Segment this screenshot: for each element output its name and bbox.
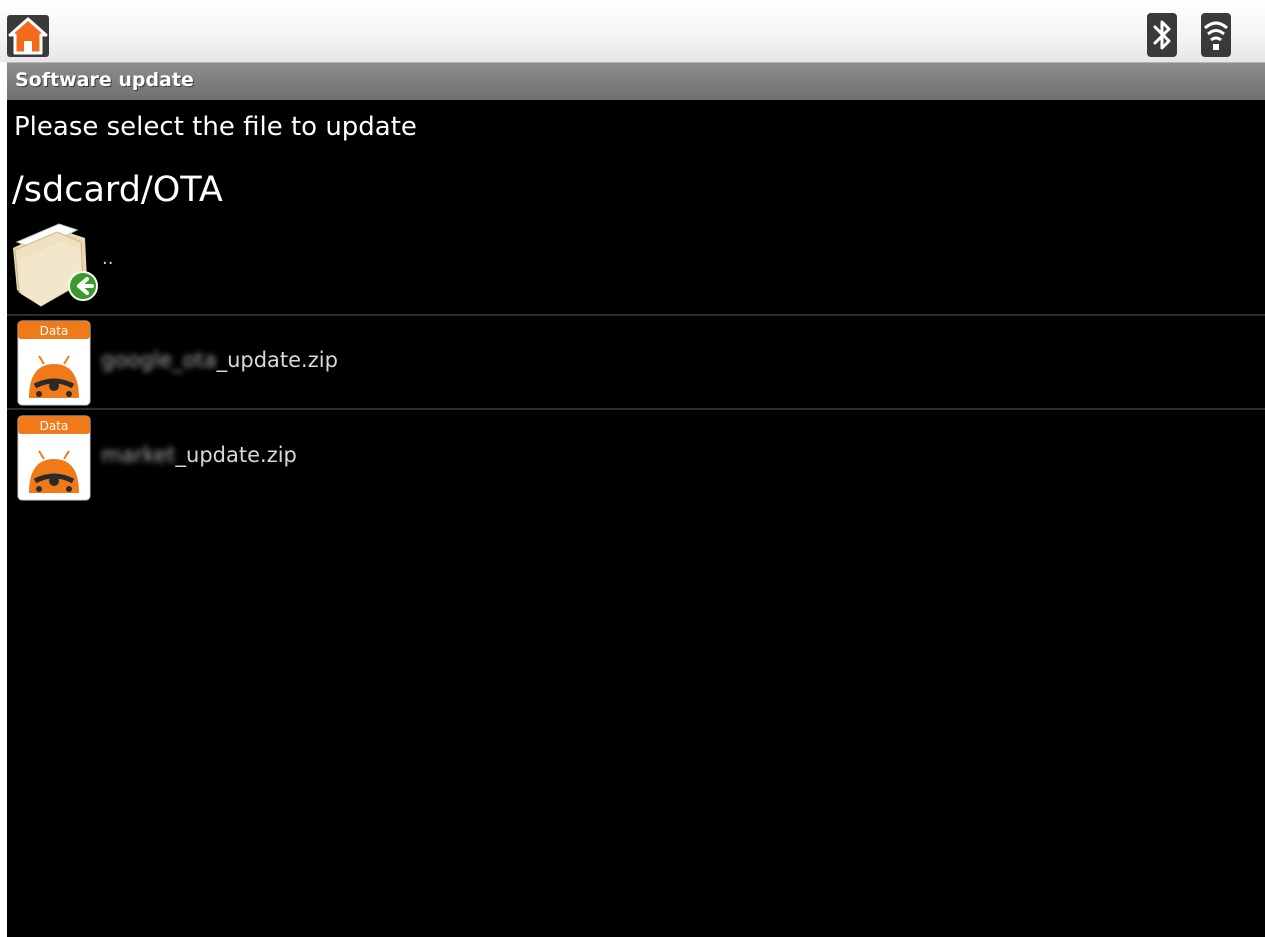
file-row[interactable]: Data market_update.zip: [7, 411, 1265, 503]
data-file-icon: Data: [17, 415, 91, 501]
file-icon-label: Data: [40, 419, 69, 433]
title-bar: Software update: [7, 62, 1265, 101]
home-icon[interactable]: [7, 15, 49, 57]
parent-directory-label: ..: [102, 248, 114, 269]
data-file-icon: Data: [17, 320, 91, 406]
row-divider: [7, 408, 1265, 410]
bluetooth-icon: [1147, 13, 1177, 57]
file-browser: Please select the file to update /sdcard…: [7, 100, 1265, 937]
file-name-suffix: _update.zip: [216, 348, 338, 372]
file-row[interactable]: Data google_ota_update.zip: [7, 316, 1265, 408]
file-name-prefix: google_ota: [101, 348, 217, 372]
current-path: /sdcard/OTA: [12, 170, 223, 210]
wifi-icon: [1201, 13, 1231, 57]
file-name-suffix: _update.zip: [175, 443, 297, 467]
parent-directory-row[interactable]: ..: [7, 218, 1265, 314]
folder-up-icon: [7, 220, 99, 310]
page-title: Software update: [15, 69, 194, 91]
prompt-text: Please select the file to update: [14, 112, 417, 142]
file-name-prefix: market: [101, 443, 176, 467]
file-name: market_update.zip: [101, 443, 297, 467]
status-bar: [0, 0, 1265, 62]
file-icon-label: Data: [40, 324, 69, 338]
file-name: google_ota_update.zip: [101, 348, 338, 372]
screen: Software update Please select the file t…: [0, 0, 1265, 937]
